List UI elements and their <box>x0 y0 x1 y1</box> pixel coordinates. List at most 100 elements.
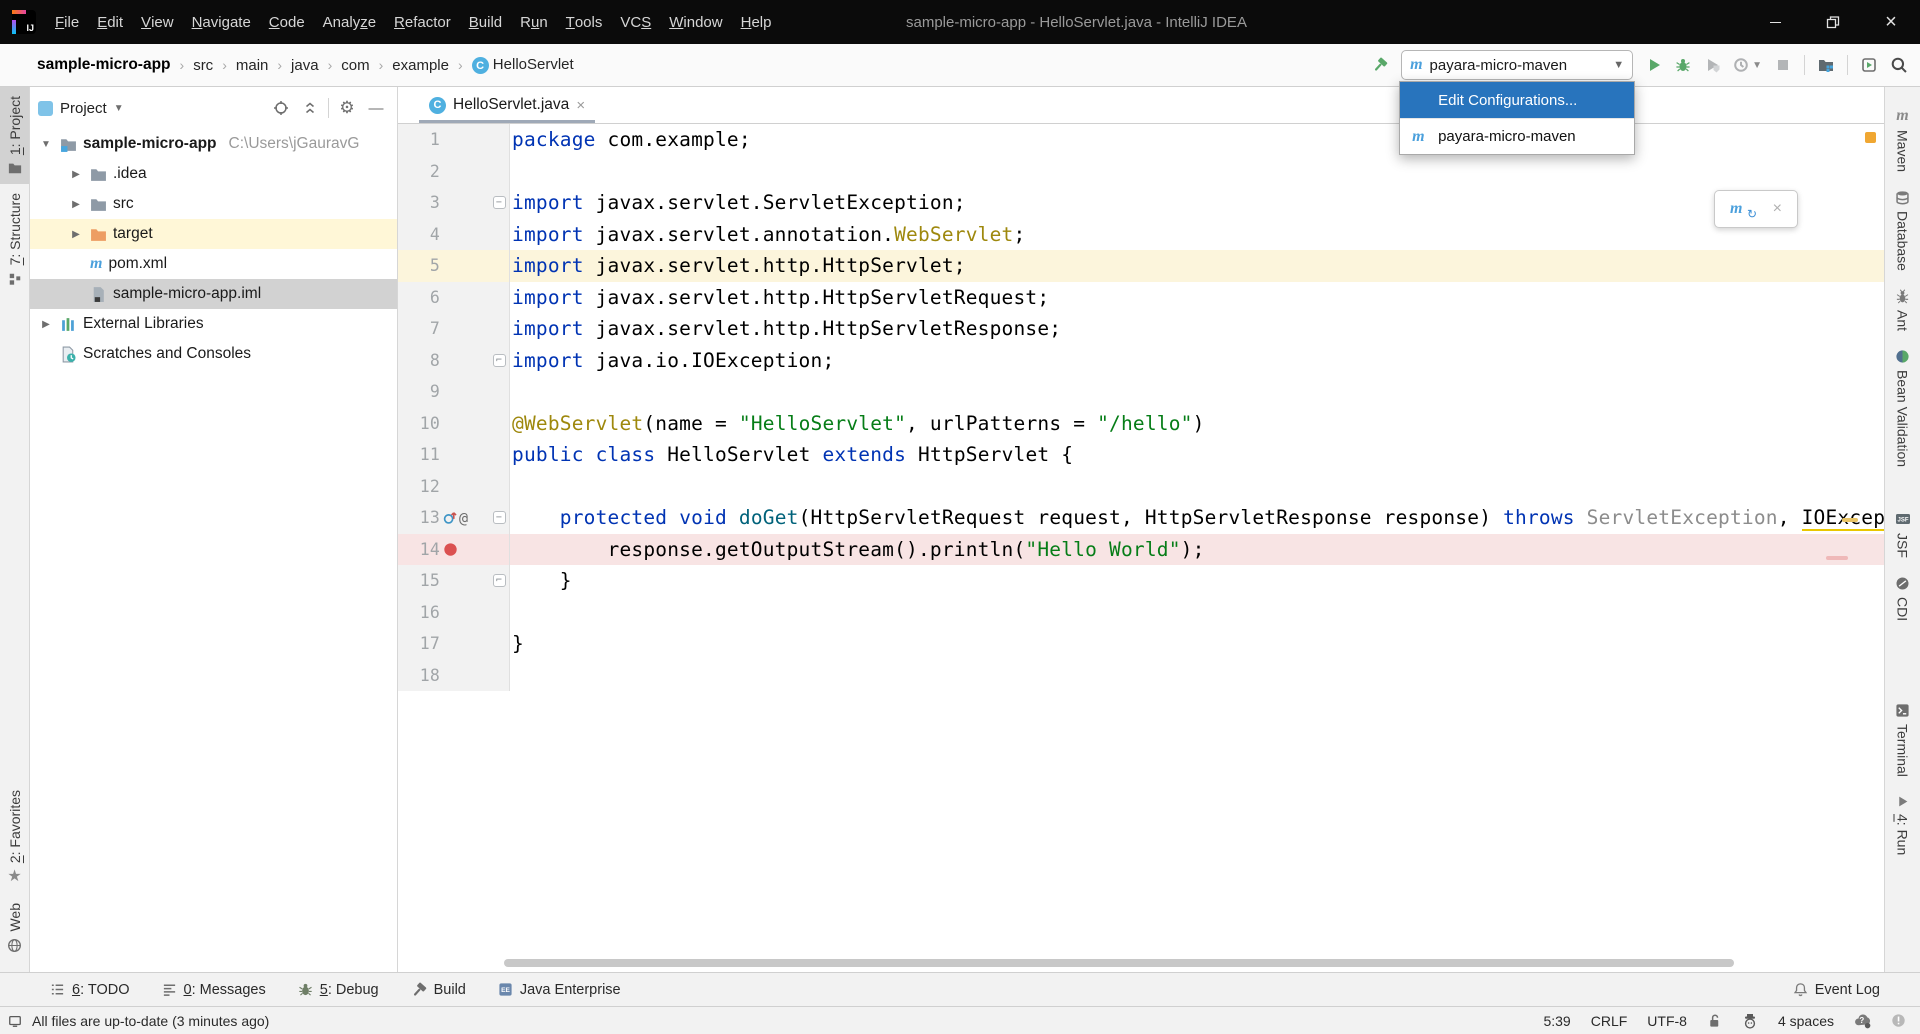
chevron-down-icon[interactable]: ▼ <box>38 139 54 150</box>
close-button[interactable]: × <box>1862 0 1920 44</box>
run-config-combo[interactable]: m payara-micro-maven ▼ <box>1401 50 1633 80</box>
breadcrumb-item-com[interactable]: com <box>341 57 369 74</box>
code-line-13[interactable]: 13@− protected void doGet(HttpServletReq… <box>398 502 1884 534</box>
toolwindow-button-0-messages[interactable]: 0: Messages <box>162 982 266 998</box>
chevron-right-icon[interactable]: ▶ <box>68 229 84 240</box>
toolwindow-button-web[interactable]: Web <box>0 894 29 962</box>
toolwindow-button-4-run[interactable]: 4: Run <box>1885 786 1920 864</box>
minimize-button[interactable] <box>1746 0 1804 44</box>
fold-marker-icon[interactable]: ⌐ <box>493 354 506 367</box>
code-line-3[interactable]: 3−import javax.servlet.ServletException; <box>398 187 1884 219</box>
maven-reload-icon[interactable]: m <box>1730 201 1742 217</box>
code-line-12[interactable]: 12 <box>398 471 1884 503</box>
editor-gutter[interactable]: 7 <box>398 313 510 345</box>
menu-help[interactable]: Help <box>732 0 781 44</box>
tab-helloservlet-java[interactable]: C HelloServlet.java × <box>419 87 595 123</box>
code-line-8[interactable]: 8⌐import java.io.IOException; <box>398 345 1884 377</box>
menu-refactor[interactable]: Refactor <box>385 0 460 44</box>
editor-gutter[interactable]: 3− <box>398 187 510 219</box>
menu-analyze[interactable]: Analyze <box>314 0 385 44</box>
code-line-1[interactable]: 1package com.example; <box>398 124 1884 156</box>
toolwindow-button-build[interactable]: Build <box>411 982 466 998</box>
fold-marker-icon[interactable]: − <box>493 511 506 524</box>
code-line-7[interactable]: 7import javax.servlet.http.HttpServletRe… <box>398 313 1884 345</box>
indent-setting[interactable]: 4 spaces <box>1778 1013 1834 1029</box>
stop-button[interactable] <box>1775 57 1791 73</box>
tree-item-sample-micro-app-iml[interactable]: sample-micro-app.iml <box>30 279 397 309</box>
menu-code[interactable]: Code <box>260 0 314 44</box>
menu-item-payara-micro-maven[interactable]: m payara-micro-maven <box>1400 118 1634 154</box>
editor-gutter[interactable]: 6 <box>398 282 510 314</box>
fold-marker-icon[interactable]: ⌐ <box>493 574 506 587</box>
code-line-6[interactable]: 6import javax.servlet.http.HttpServletRe… <box>398 282 1884 314</box>
inspection-status-square[interactable] <box>1865 132 1876 143</box>
search-everywhere-button[interactable] <box>1890 56 1908 74</box>
menu-item-edit-configurations[interactable]: Edit Configurations... <box>1400 82 1634 118</box>
code-line-2[interactable]: 2 <box>398 156 1884 188</box>
toolwindow-button-6-todo[interactable]: 6: TODO <box>50 982 130 998</box>
editor-gutter[interactable]: 5 <box>398 250 510 282</box>
editor-gutter[interactable]: 10 <box>398 408 510 440</box>
code-line-4[interactable]: 4import javax.servlet.annotation.WebServ… <box>398 219 1884 251</box>
chevron-right-icon[interactable]: ▶ <box>68 169 84 180</box>
code-line-15[interactable]: 15⌐ } <box>398 565 1884 597</box>
editor-gutter[interactable]: 14 <box>398 534 510 566</box>
editor-gutter[interactable]: 9 <box>398 376 510 408</box>
debug-button[interactable] <box>1675 57 1691 73</box>
event-log-button[interactable]: Event Log <box>1793 982 1880 998</box>
select-opened-file-button[interactable] <box>270 97 292 119</box>
breadcrumb-item-example[interactable]: example <box>392 57 449 74</box>
profiler-button[interactable] <box>1733 57 1749 73</box>
tree-item-src[interactable]: ▶src <box>30 189 397 219</box>
chevron-right-icon[interactable]: ▶ <box>68 199 84 210</box>
inspections-widget-icon[interactable]: ? <box>1854 1012 1871 1029</box>
project-structure-button[interactable] <box>1818 57 1834 73</box>
run-dashboard-button[interactable] <box>1861 57 1877 73</box>
build-hammer-icon[interactable] <box>1372 57 1388 73</box>
code-line-17[interactable]: 17} <box>398 628 1884 660</box>
editor-gutter[interactable]: 15⌐ <box>398 565 510 597</box>
restore-button[interactable] <box>1804 0 1862 44</box>
editor-gutter[interactable]: 16 <box>398 597 510 629</box>
breadcrumb-item-src[interactable]: src <box>193 57 213 74</box>
tab-close-icon[interactable]: × <box>576 97 585 114</box>
editor-gutter[interactable]: 2 <box>398 156 510 188</box>
warning-stripe-mark[interactable] <box>1842 518 1858 522</box>
tree-item--idea[interactable]: ▶.idea <box>30 159 397 189</box>
hector-inspector-icon[interactable] <box>1742 1013 1758 1029</box>
settings-gear-icon[interactable]: ⚙ <box>336 97 358 119</box>
code-line-16[interactable]: 16 <box>398 597 1884 629</box>
editor-gutter[interactable]: 1 <box>398 124 510 156</box>
close-icon[interactable]: × <box>1773 200 1782 218</box>
collapse-all-button[interactable] <box>299 97 321 119</box>
toolwindow-button-1-project[interactable]: 1: Project <box>0 87 29 184</box>
menu-run[interactable]: Run <box>511 0 557 44</box>
coverage-button[interactable] <box>1704 57 1720 73</box>
project-panel-title[interactable]: Project <box>60 100 107 117</box>
file-encoding[interactable]: UTF-8 <box>1647 1013 1687 1029</box>
toolwindow-button-ant[interactable]: Ant <box>1885 280 1920 340</box>
code-line-18[interactable]: 18 <box>398 660 1884 692</box>
menu-navigate[interactable]: Navigate <box>183 0 260 44</box>
ide-errors-icon[interactable] <box>1891 1013 1906 1028</box>
code-line-5[interactable]: 5import javax.servlet.http.HttpServlet; <box>398 250 1884 282</box>
toolwindow-button-5-debug[interactable]: 5: Debug <box>298 982 379 998</box>
menu-edit[interactable]: Edit <box>88 0 132 44</box>
tree-item-scratches-and-consoles[interactable]: Scratches and Consoles <box>30 339 397 369</box>
toolwindow-button-bean-validation[interactable]: Bean Validation <box>1885 340 1920 476</box>
chevron-down-icon[interactable]: ▼ <box>114 103 124 114</box>
background-tasks-icon[interactable] <box>8 1014 22 1028</box>
editor-gutter[interactable]: 8⌐ <box>398 345 510 377</box>
toolwindow-button-7-structure[interactable]: 7: Structure <box>0 184 29 294</box>
caret-position[interactable]: 5:39 <box>1543 1013 1570 1029</box>
tree-item-pom-xml[interactable]: mpom.xml <box>30 249 397 279</box>
breadcrumb-item-sample-micro-app[interactable]: sample-micro-app <box>37 56 171 74</box>
tree-item-external-libraries[interactable]: ▶External Libraries <box>30 309 397 339</box>
fold-marker-icon[interactable]: − <box>493 196 506 209</box>
breadcrumb-item-helloservlet[interactable]: C HelloServlet <box>472 56 574 75</box>
breadcrumb-item-main[interactable]: main <box>236 57 269 74</box>
editor-gutter[interactable]: 18 <box>398 660 510 692</box>
horizontal-scrollbar[interactable] <box>504 959 1734 967</box>
breakpoint-stripe-mark[interactable] <box>1826 556 1848 560</box>
editor-gutter[interactable]: 13@− <box>398 502 510 534</box>
